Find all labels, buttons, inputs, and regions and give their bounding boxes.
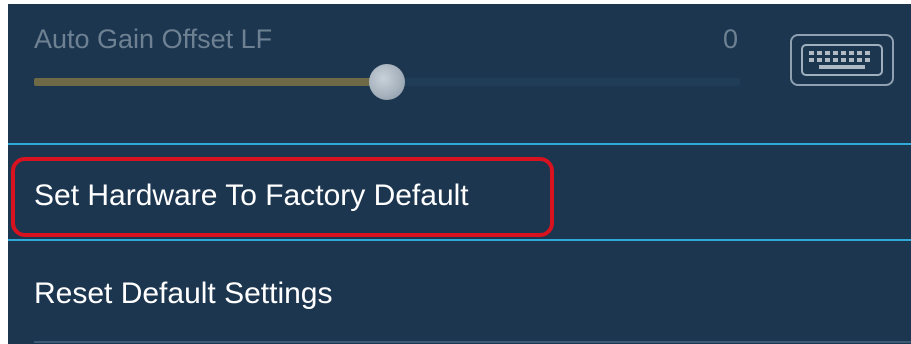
auto-gain-offset-value: 0 bbox=[723, 24, 739, 54]
keyboard-icon bbox=[801, 44, 883, 76]
auto-gain-offset-row: Auto Gain Offset LF 0 bbox=[8, 4, 911, 144]
reset-default-settings-label: Reset Default Settings bbox=[34, 277, 333, 310]
slider-fill bbox=[34, 78, 387, 86]
slider-thumb[interactable] bbox=[369, 64, 405, 100]
list-divider bbox=[34, 341, 911, 343]
settings-panel: Auto Gain Offset LF 0 Set Hardware To Fa… bbox=[8, 4, 911, 344]
reset-default-settings-item[interactable]: Reset Default Settings bbox=[8, 241, 911, 333]
auto-gain-offset-slider[interactable] bbox=[34, 64, 740, 100]
keyboard-input-button[interactable] bbox=[790, 34, 894, 86]
auto-gain-offset-label: Auto Gain Offset LF bbox=[34, 24, 273, 54]
highlight-annotation bbox=[11, 157, 554, 237]
